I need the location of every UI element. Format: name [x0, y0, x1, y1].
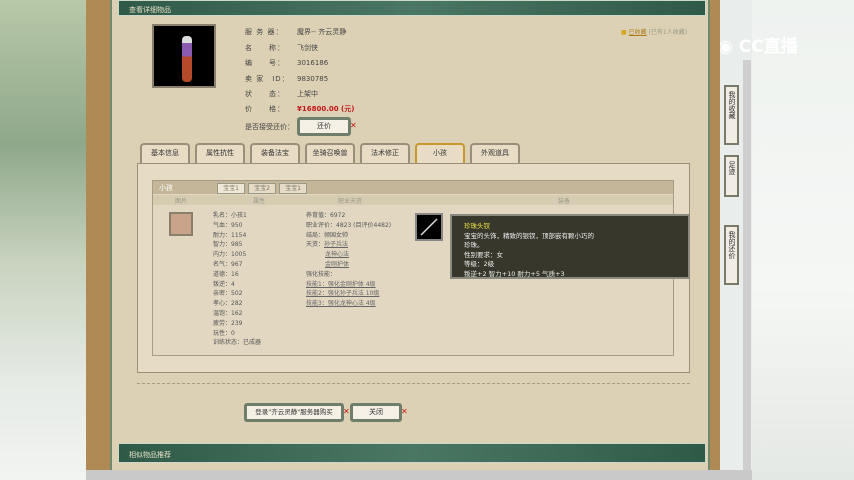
- tab-mounts[interactable]: 坐骑召唤兽: [305, 143, 355, 163]
- child-career: 养育值：6972 职业评价：4823 (目评价4482) 结局：倾国女帅 天资：…: [306, 211, 391, 309]
- child-stats: 乳名：小孩1 气血：950 耐力：1154 智力：985 内力：1005 名气：967 道德…: [213, 211, 261, 348]
- career-score: 职业评价：4823 (目评价4482): [306, 221, 392, 229]
- sidebar-label: 我的还价: [728, 231, 736, 259]
- subtab-baby1[interactable]: 宝宝1: [217, 183, 245, 194]
- cc-live-logo: ◉ CC直播: [718, 37, 798, 57]
- bargain-button[interactable]: 还价: [297, 117, 351, 136]
- tooltip-gender: 性别要求：女: [464, 250, 503, 259]
- talent-link[interactable]: 孙子兵法: [324, 241, 348, 248]
- value: 3016186: [297, 59, 329, 67]
- col-attributes: 属性: [253, 198, 266, 205]
- child-stat: 名气：967: [213, 260, 243, 268]
- child-stat: 孝心：282: [213, 300, 243, 308]
- logo-text: CC直播: [738, 37, 798, 57]
- info-seller: 卖 家 ID： 9830785: [245, 74, 328, 84]
- career-ending: 结局：倾国女帅: [306, 231, 349, 239]
- column-headers: 图片 属性 职业天资 装备: [153, 195, 673, 205]
- child-stat: 内力：1005: [213, 251, 247, 259]
- background-scenery-left: [0, 0, 86, 480]
- child-stat: 玩性：0: [213, 329, 235, 337]
- sidebar-label: 足迹: [728, 161, 736, 175]
- skill-link[interactable]: 技能1：强化金刚护体 4级: [306, 281, 376, 288]
- tab-child[interactable]: 小孩: [415, 143, 465, 163]
- price-value: ¥16800.00 (元): [297, 105, 355, 113]
- child-avatar: [169, 212, 193, 236]
- col-equipment: 装备: [558, 198, 571, 205]
- child-stat: 耐力：1154: [213, 231, 247, 239]
- col-image: 图片: [175, 198, 188, 205]
- bargain-label: 是否接受还价：: [245, 123, 294, 131]
- close-x-icon: ✕: [350, 121, 357, 130]
- child-stat: 训练状态：已成器: [213, 339, 262, 347]
- header-title: 查看详细物品: [129, 6, 171, 14]
- tooltip-title: 珍珠头钗: [464, 222, 490, 230]
- tab-basic-info[interactable]: 基本信息: [140, 143, 190, 163]
- subtab-baby3[interactable]: 宝宝1: [279, 183, 307, 194]
- tab-appearance[interactable]: 外观道具: [470, 143, 520, 163]
- subtab-baby2[interactable]: 宝宝2: [248, 183, 276, 194]
- horizontal-scrollbar[interactable]: [86, 470, 752, 480]
- favorite-link[interactable]: 已收藏: [629, 29, 647, 36]
- sidebar-my-favorites[interactable]: 我的收藏: [724, 85, 739, 145]
- tooltip-level: 等级：2级: [464, 260, 495, 268]
- value: 上架中: [297, 90, 318, 98]
- close-button[interactable]: 关闭: [350, 403, 402, 422]
- label: 卖 家 ID：: [245, 75, 290, 83]
- related-header: 相似物品推荐: [118, 443, 706, 463]
- child-stat: 智力：985: [213, 241, 243, 249]
- skill-link[interactable]: 技能3：强化龙神心法 4级: [306, 300, 376, 307]
- section-title: 小孩: [159, 184, 173, 192]
- background-scenery-right: [752, 0, 854, 480]
- label: 编 号：: [245, 59, 285, 67]
- tab-spells[interactable]: 法术修正: [360, 143, 410, 163]
- info-name: 名 称： 飞剑侠: [245, 43, 318, 53]
- label: 服 务 器：: [245, 28, 284, 36]
- talent-label: 天资：: [306, 241, 325, 249]
- detail-header: 查看详细物品: [118, 0, 706, 16]
- child-stat: 亲密：502: [213, 290, 243, 298]
- sidebar-label: 我的收藏: [728, 91, 736, 119]
- sidebar-footprint[interactable]: 足迹: [724, 155, 739, 197]
- close-x-icon: ✕: [401, 407, 408, 416]
- sidebar-my-bargains[interactable]: 我的还价: [724, 225, 739, 285]
- skill-label: 强化技能：: [306, 270, 337, 278]
- info-server: 服 务 器： 魔界-- 齐云灵静: [245, 27, 346, 37]
- info-id: 编 号： 3016186: [245, 58, 328, 68]
- label: 价 格：: [245, 105, 285, 113]
- login-buy-button[interactable]: 登录"齐云灵静"服务器购买: [244, 403, 344, 422]
- info-price: 价 格： ¥16800.00 (元): [245, 104, 354, 114]
- related-title: 相似物品推荐: [129, 451, 171, 459]
- child-stat: 叛逆：4: [213, 280, 235, 288]
- label: 名 称：: [245, 44, 285, 52]
- child-stat: 道德：16: [213, 270, 239, 278]
- favorite-area: ■ 已收藏 (已有1人收藏): [621, 27, 687, 36]
- value: 飞剑侠: [297, 44, 318, 52]
- close-x-icon: ✕: [343, 407, 350, 416]
- item-image: [152, 24, 216, 88]
- skill-link[interactable]: 技能2：强化孙子兵法 10级: [306, 290, 379, 297]
- info-status: 状 态： 上架中: [245, 89, 318, 99]
- label: 状 态：: [245, 90, 285, 98]
- tab-equipment[interactable]: 装备法宝: [250, 143, 300, 163]
- tooltip-desc: 宝宝的头饰，精致的银钗，顶部嵌有颗小巧的珍珠。: [464, 231, 594, 250]
- value: 9830785: [297, 75, 329, 83]
- value: 魔界-- 齐云灵静: [297, 28, 347, 36]
- lock-icon: ■: [621, 29, 627, 36]
- vertical-scrollbar[interactable]: [743, 60, 751, 470]
- career-total: 养育值：6972: [306, 212, 346, 219]
- child-stat: 乳名：小孩1: [213, 212, 247, 219]
- tab-attributes[interactable]: 属性抗性: [195, 143, 245, 163]
- tooltip-attrs: 叛逆+2 智力+10 耐力+5 气质+3: [464, 269, 565, 278]
- col-career: 职业天资: [338, 198, 363, 205]
- talent-link[interactable]: 龙神心法: [325, 251, 349, 258]
- child-stat: 温饱：162: [213, 309, 243, 317]
- child-stat: 疲劳：239: [213, 319, 243, 327]
- favorite-count: (已有1人收藏): [648, 29, 688, 36]
- talent-link[interactable]: 金刚护体: [325, 261, 349, 268]
- hairpin-item-icon[interactable]: [415, 213, 443, 241]
- item-tooltip: 珍珠头钗 宝宝的头饰，精致的银钗，顶部嵌有颗小巧的珍珠。 性别要求：女 等级：2…: [450, 214, 690, 279]
- divider: [137, 383, 690, 384]
- child-stat: 气血：950: [213, 221, 243, 229]
